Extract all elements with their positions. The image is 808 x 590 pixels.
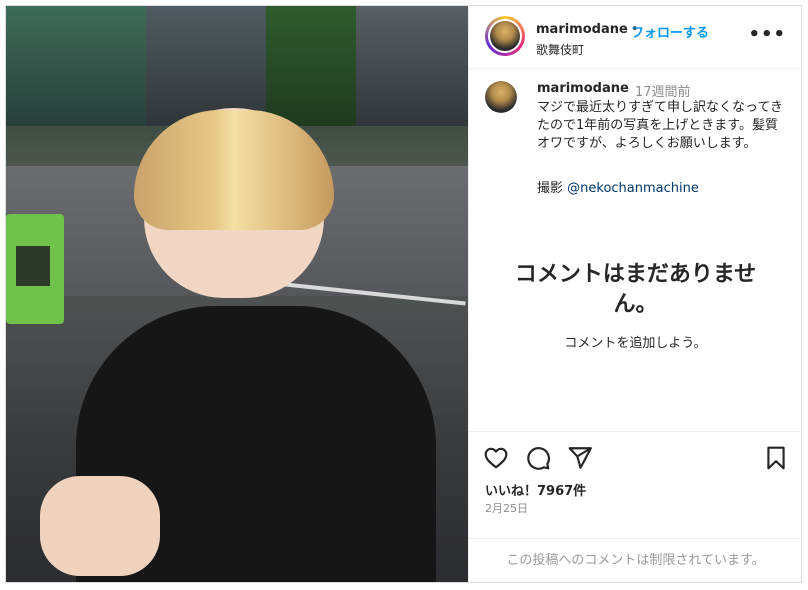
heart-icon[interactable]	[483, 445, 509, 471]
post-modal: marimodane • フォローする 歌舞伎町 ••• marimodane 1…	[5, 5, 802, 583]
header-avatar[interactable]	[485, 16, 525, 56]
follow-button[interactable]: フォローする	[631, 22, 709, 41]
location-link[interactable]: 歌舞伎町	[536, 41, 584, 58]
caption-credit: 撮影 @nekochanmachine	[537, 181, 699, 196]
caption-avatar[interactable]	[485, 81, 517, 113]
post-photo[interactable]	[6, 6, 468, 582]
bookmark-icon[interactable]	[763, 445, 789, 471]
header-username[interactable]: marimodane •	[536, 22, 641, 37]
caption-username[interactable]: marimodane	[537, 81, 629, 96]
more-options-icon[interactable]: •••	[748, 24, 786, 45]
empty-comments-subtitle: コメントを追加しよう。	[564, 336, 707, 351]
send-icon[interactable]	[567, 445, 593, 471]
comments-restricted-notice: この投稿へのコメントは制限されています。	[469, 538, 801, 582]
caption-text: マジで最近太りすぎて申し訳なくなってきたので1年前の写真を上げときます。髪質オワ…	[537, 100, 783, 151]
post-header: marimodane • フォローする 歌舞伎町 •••	[469, 6, 801, 69]
caption-time[interactable]: 17週間前	[635, 81, 691, 100]
post-date[interactable]: 2月25日	[485, 500, 528, 516]
post-side-panel: marimodane • フォローする 歌舞伎町 ••• marimodane 1…	[468, 6, 801, 582]
empty-comments: コメントはまだありません。 コメントを追加しよう。	[499, 260, 772, 351]
post-actions: いいね！7967件 2月25日	[469, 431, 801, 540]
comment-icon[interactable]	[525, 445, 551, 471]
likes-count[interactable]: いいね！7967件	[485, 480, 586, 499]
photographer-mention[interactable]: @nekochanmachine	[567, 181, 699, 196]
empty-comments-title: コメントはまだありません。	[514, 262, 757, 317]
